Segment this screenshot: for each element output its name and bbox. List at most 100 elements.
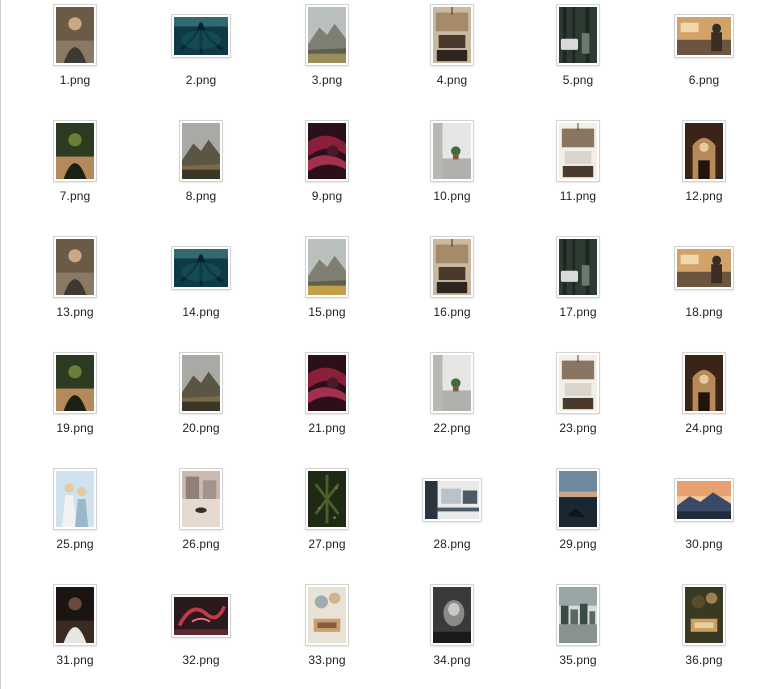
file-thumbnail[interactable] (54, 237, 96, 297)
thumbnail-area[interactable] (649, 119, 759, 183)
file-item[interactable]: 25.png (20, 467, 130, 567)
file-thumbnail[interactable] (54, 5, 96, 65)
file-thumbnail[interactable] (306, 121, 348, 181)
thumbnail-area[interactable] (146, 583, 256, 647)
file-name-label[interactable]: 7.png (20, 189, 130, 203)
thumbnail-area[interactable] (272, 3, 382, 67)
file-name-label[interactable]: 13.png (20, 305, 130, 319)
file-item[interactable]: 7.png (20, 119, 130, 219)
thumbnail-area[interactable] (649, 235, 759, 299)
thumbnail-area[interactable] (146, 235, 256, 299)
thumbnail-area[interactable] (146, 3, 256, 67)
file-item[interactable]: 35.png (523, 583, 633, 683)
file-item[interactable]: 30.png (649, 467, 759, 567)
thumbnail-area[interactable] (523, 351, 633, 415)
file-thumbnail[interactable] (557, 353, 599, 413)
thumbnail-area[interactable] (20, 119, 130, 183)
file-item[interactable]: 33.png (272, 583, 382, 683)
file-item[interactable]: 28.png (397, 467, 507, 567)
file-item[interactable]: 36.png (649, 583, 759, 683)
thumbnail-area[interactable] (397, 119, 507, 183)
thumbnail-area[interactable] (649, 467, 759, 531)
thumbnail-area[interactable] (146, 119, 256, 183)
file-thumbnail[interactable] (683, 121, 725, 181)
file-name-label[interactable]: 5.png (523, 73, 633, 87)
file-name-label[interactable]: 36.png (649, 653, 759, 667)
file-item[interactable]: 17.png (523, 235, 633, 335)
file-thumbnail[interactable] (172, 15, 230, 57)
file-item[interactable]: 18.png (649, 235, 759, 335)
file-name-label[interactable]: 28.png (397, 537, 507, 551)
file-thumbnail[interactable] (172, 247, 230, 289)
file-item[interactable]: 10.png (397, 119, 507, 219)
thumbnail-area[interactable] (20, 583, 130, 647)
thumbnail-area[interactable] (649, 583, 759, 647)
file-name-label[interactable]: 30.png (649, 537, 759, 551)
file-item[interactable]: 5.png (523, 3, 633, 103)
file-thumbnail[interactable] (306, 469, 348, 529)
file-thumbnail[interactable] (675, 479, 733, 521)
file-name-label[interactable]: 24.png (649, 421, 759, 435)
file-name-label[interactable]: 27.png (272, 537, 382, 551)
file-name-label[interactable]: 1.png (20, 73, 130, 87)
file-name-label[interactable]: 11.png (523, 189, 633, 203)
thumbnail-area[interactable] (649, 3, 759, 67)
thumbnail-area[interactable] (20, 351, 130, 415)
file-thumbnail[interactable] (557, 469, 599, 529)
file-thumbnail[interactable] (180, 121, 222, 181)
file-name-label[interactable]: 4.png (397, 73, 507, 87)
file-name-label[interactable]: 18.png (649, 305, 759, 319)
file-thumbnail[interactable] (54, 121, 96, 181)
file-name-label[interactable]: 3.png (272, 73, 382, 87)
thumbnail-area[interactable] (397, 235, 507, 299)
file-thumbnail[interactable] (180, 469, 222, 529)
file-item[interactable]: 13.png (20, 235, 130, 335)
file-item[interactable]: 24.png (649, 351, 759, 451)
file-name-label[interactable]: 6.png (649, 73, 759, 87)
file-name-label[interactable]: 14.png (146, 305, 256, 319)
thumbnail-area[interactable] (146, 467, 256, 531)
file-item[interactable]: 6.png (649, 3, 759, 103)
file-item[interactable]: 20.png (146, 351, 256, 451)
thumbnail-area[interactable] (649, 351, 759, 415)
file-thumbnail[interactable] (557, 5, 599, 65)
file-name-label[interactable]: 17.png (523, 305, 633, 319)
file-thumbnail[interactable] (306, 5, 348, 65)
file-thumbnail[interactable] (306, 237, 348, 297)
file-name-label[interactable]: 23.png (523, 421, 633, 435)
thumbnail-area[interactable] (523, 583, 633, 647)
file-item[interactable]: 23.png (523, 351, 633, 451)
file-name-label[interactable]: 21.png (272, 421, 382, 435)
thumbnail-area[interactable] (397, 3, 507, 67)
thumbnail-area[interactable] (146, 351, 256, 415)
thumbnail-area[interactable] (20, 235, 130, 299)
thumbnail-area[interactable] (523, 467, 633, 531)
file-name-label[interactable]: 22.png (397, 421, 507, 435)
thumbnail-area[interactable] (523, 235, 633, 299)
file-name-label[interactable]: 12.png (649, 189, 759, 203)
thumbnail-area[interactable] (523, 3, 633, 67)
file-name-label[interactable]: 19.png (20, 421, 130, 435)
file-thumbnail[interactable] (54, 469, 96, 529)
thumbnail-area[interactable] (397, 351, 507, 415)
file-item[interactable]: 15.png (272, 235, 382, 335)
thumbnail-area[interactable] (397, 583, 507, 647)
file-item[interactable]: 32.png (146, 583, 256, 683)
file-thumbnail[interactable] (180, 353, 222, 413)
thumbnail-area[interactable] (523, 119, 633, 183)
file-name-label[interactable]: 16.png (397, 305, 507, 319)
file-item[interactable]: 1.png (20, 3, 130, 103)
file-thumbnail[interactable] (557, 237, 599, 297)
file-item[interactable]: 27.png (272, 467, 382, 567)
thumbnail-area[interactable] (272, 119, 382, 183)
file-item[interactable]: 29.png (523, 467, 633, 567)
file-thumbnail[interactable] (683, 353, 725, 413)
file-name-label[interactable]: 8.png (146, 189, 256, 203)
file-item[interactable]: 2.png (146, 3, 256, 103)
file-item[interactable]: 9.png (272, 119, 382, 219)
file-item[interactable]: 4.png (397, 3, 507, 103)
file-item[interactable]: 16.png (397, 235, 507, 335)
thumbnail-area[interactable] (272, 467, 382, 531)
file-name-label[interactable]: 26.png (146, 537, 256, 551)
file-item[interactable]: 34.png (397, 583, 507, 683)
